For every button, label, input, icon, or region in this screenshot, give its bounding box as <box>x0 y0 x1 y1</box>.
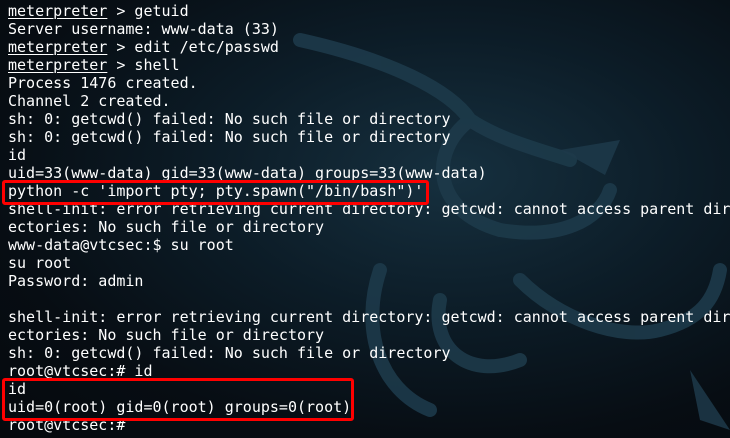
output-text: root@vtcsec:# id <box>8 362 153 380</box>
output-text: python -c 'import pty; pty.spawn("/bin/b… <box>8 182 424 200</box>
terminal-line: sh: 0: getcwd() failed: No such file or … <box>8 110 730 128</box>
output-text: uid=33(www-data) gid=33(www-data) groups… <box>8 164 487 182</box>
output-text: shell-init: error retrieving current dir… <box>8 200 730 218</box>
terminal-line: uid=33(www-data) gid=33(www-data) groups… <box>8 164 730 182</box>
output-text: sh: 0: getcwd() failed: No such file or … <box>8 110 451 128</box>
output-text: Password: admin <box>8 272 144 290</box>
meterpreter-prompt: meterpreter <box>8 38 108 56</box>
output-text: Channel 2 created. <box>8 92 171 110</box>
terminal-line: Process 1476 created. <box>8 74 730 92</box>
output-text: uid=0(root) gid=0(root) groups=0(root) <box>8 398 352 416</box>
terminal-output: meterpreter > getuid Server username: www… <box>8 2 730 434</box>
terminal-line: id <box>8 380 730 398</box>
command-text: > getuid <box>107 2 189 20</box>
meterpreter-prompt: meterpreter <box>8 56 108 74</box>
output-text: ectories: No such file or directory <box>8 218 325 236</box>
terminal-line: shell-init: error retrieving current dir… <box>8 308 730 326</box>
output-text: shell-init: error retrieving current dir… <box>8 308 730 326</box>
output-text: id <box>8 146 27 164</box>
terminal-line: ectories: No such file or directory <box>8 326 730 344</box>
terminal-line: root@vtcsec:# id <box>8 362 730 380</box>
terminal-line: python -c 'import pty; pty.spawn("/bin/b… <box>8 182 730 200</box>
terminal-line: Server username: www-data (33) <box>8 20 730 38</box>
terminal-line: sh: 0: getcwd() failed: No such file or … <box>8 344 730 362</box>
terminal-line: www-data@vtcsec:$ su root <box>8 236 730 254</box>
terminal-line: meterpreter > edit /etc/passwd <box>8 38 730 56</box>
terminal-line: Channel 2 created. <box>8 92 730 110</box>
terminal-line: shell-init: error retrieving current dir… <box>8 200 730 218</box>
terminal-line: root@vtcsec:# <box>8 416 730 434</box>
terminal-line: uid=0(root) gid=0(root) groups=0(root) <box>8 398 730 416</box>
output-text: ectories: No such file or directory <box>8 326 325 344</box>
terminal-window[interactable]: meterpreter > getuid Server username: www… <box>0 0 730 438</box>
terminal-line: meterpreter > shell <box>8 56 730 74</box>
terminal-line: su root <box>8 254 730 272</box>
output-text: su root <box>8 254 72 272</box>
terminal-line: ectories: No such file or directory <box>8 218 730 236</box>
terminal-line: meterpreter > getuid <box>8 2 730 20</box>
output-text: Server username: www-data (33) <box>8 20 279 38</box>
terminal-line: sh: 0: getcwd() failed: No such file or … <box>8 128 730 146</box>
command-text: > shell <box>107 56 180 74</box>
output-text: www-data@vtcsec:$ su root <box>8 236 234 254</box>
meterpreter-prompt: meterpreter <box>8 2 108 20</box>
terminal-line: id <box>8 146 730 164</box>
output-text: id <box>8 380 27 398</box>
output-text: root@vtcsec:# <box>8 416 126 434</box>
output-text: Process 1476 created. <box>8 74 198 92</box>
output-text: sh: 0: getcwd() failed: No such file or … <box>8 128 451 146</box>
command-text: > edit /etc/passwd <box>107 38 279 56</box>
terminal-line: Password: admin <box>8 272 730 290</box>
output-text: sh: 0: getcwd() failed: No such file or … <box>8 344 451 362</box>
